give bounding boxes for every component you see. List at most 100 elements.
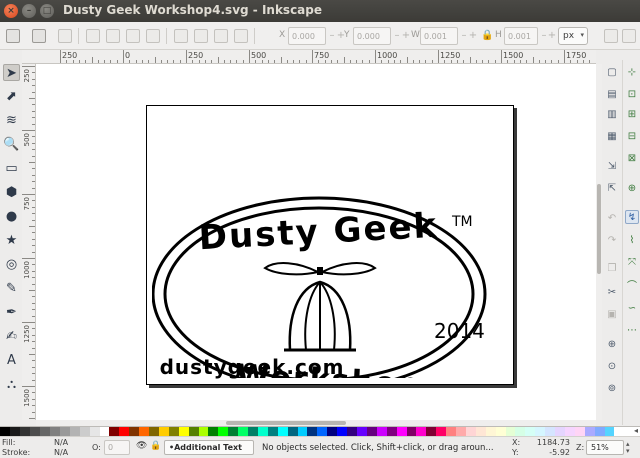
copy-icon[interactable]: ❐ <box>605 262 619 276</box>
snap-intersections-icon[interactable]: ⤧ <box>625 256 639 270</box>
flip-horizontal-icon[interactable] <box>126 29 140 43</box>
snap-bbox-center-icon[interactable]: ⊕ <box>625 182 639 196</box>
import-icon[interactable]: ⇲ <box>605 160 619 174</box>
current-layer-select[interactable]: •Additional Text <box>164 440 254 455</box>
select-all-icon[interactable] <box>6 29 20 43</box>
zoom-spin-icon[interactable]: ▴ ▾ <box>626 441 630 455</box>
ruler-tick <box>29 290 35 291</box>
rotate-ccw-icon[interactable] <box>86 29 100 43</box>
w-label: W <box>411 30 420 40</box>
layer-visibility-lock-icons[interactable]: 👁 🔒 <box>136 441 162 451</box>
ruler-tick <box>488 60 490 63</box>
ruler-tick <box>192 60 194 63</box>
ruler-tick <box>123 50 124 63</box>
rotate-cw-icon[interactable] <box>106 29 120 43</box>
ellipse-tool-icon[interactable]: ● <box>3 208 20 225</box>
spray-tool-icon[interactable]: ⛬ <box>3 376 20 393</box>
save-icon[interactable]: ▥ <box>605 108 619 122</box>
tweak-tool-icon[interactable]: ≋ <box>3 112 20 129</box>
tool-controls-bar: X 0.000 – + Y 0.000 – + W 0.001 – + 🔒 H … <box>0 22 640 50</box>
box-3d-tool-icon[interactable]: ⬢ <box>3 184 20 201</box>
h-label: H <box>495 30 502 40</box>
unit-select[interactable]: px ▾ <box>558 27 588 45</box>
width-field[interactable]: 0.001 <box>420 27 458 45</box>
palette-menu-icon[interactable]: ◂ <box>634 426 638 435</box>
ruler-tick <box>32 200 35 202</box>
toolbar-separator <box>254 28 255 44</box>
snap-toggle-icon[interactable]: ⊹ <box>625 66 639 80</box>
ruler-tick <box>22 258 35 259</box>
snap-paths-icon[interactable]: ⌇ <box>625 234 639 248</box>
ruler-tick <box>32 149 35 151</box>
horizontal-ruler[interactable]: 250 0 250 500 750 1000 1250 1500 1750 <box>22 50 596 64</box>
snap-cusp-nodes-icon[interactable]: ⌒ <box>625 280 639 294</box>
export-icon[interactable]: ⇱ <box>605 182 619 196</box>
ruler-tick <box>507 60 509 63</box>
opacity-field[interactable]: 0 <box>104 440 130 455</box>
y-increment-button[interactable]: + <box>401 27 411 45</box>
width-increment-button[interactable]: + <box>468 27 478 45</box>
undo-icon[interactable]: ↶ <box>605 212 619 226</box>
vertical-scroll-thumb[interactable] <box>597 184 601 274</box>
flip-vertical-icon[interactable] <box>146 29 160 43</box>
selector-tool-icon[interactable]: ➤ <box>3 64 20 81</box>
ruler-tick <box>444 60 446 63</box>
minimize-window-button[interactable]: – <box>22 4 36 18</box>
spiral-tool-icon[interactable]: ◎ <box>3 256 20 273</box>
paste-icon[interactable]: ▣ <box>605 308 619 322</box>
zoom-selection-icon[interactable]: ⊕ <box>605 338 619 352</box>
stroke-label: Stroke: <box>2 448 31 457</box>
y-label: Y <box>344 30 350 40</box>
redo-icon[interactable]: ↷ <box>605 234 619 248</box>
transform-corners-icon[interactable] <box>622 29 636 43</box>
stroke-value[interactable]: N/A <box>54 448 68 457</box>
commands-bar: ▢ ▤ ▥ ▦ ⇲ ⇱ ↶ ↷ ❐ ✂ ▣ ⊕ ⊙ ⊚ <box>602 60 622 425</box>
snap-bbox-icon[interactable]: ⊡ <box>625 88 639 102</box>
y-field[interactable]: 0.000 <box>353 27 391 45</box>
snap-bbox-corner-icon[interactable]: ⊟ <box>625 130 639 144</box>
snap-bbox-midpoint-icon[interactable]: ⊠ <box>625 152 639 166</box>
star-tool-icon[interactable]: ★ <box>3 232 20 249</box>
text-tool-icon[interactable]: A <box>3 352 20 369</box>
zoom-drawing-icon[interactable]: ⊙ <box>605 360 619 374</box>
canvas[interactable]: Dusty Geek TM 2014 Workshop dustygeek.co… <box>36 64 596 420</box>
snap-smooth-nodes-icon[interactable]: ∽ <box>625 302 639 316</box>
height-increment-button[interactable]: + <box>547 27 557 45</box>
open-file-icon[interactable]: ▤ <box>605 88 619 102</box>
raise-to-top-icon[interactable] <box>174 29 188 43</box>
transform-stroke-icon[interactable] <box>604 29 618 43</box>
ruler-label: 750 <box>23 197 31 211</box>
snap-midpoints-icon[interactable]: ⋯ <box>625 324 639 338</box>
raise-icon[interactable] <box>194 29 208 43</box>
zoom-page-icon[interactable]: ⊚ <box>605 382 619 396</box>
lock-icon[interactable]: 🔒 <box>481 30 493 42</box>
ruler-label: 1250 <box>440 51 461 60</box>
logo-artwork[interactable]: Dusty Geek TM 2014 Workshop <box>152 148 512 378</box>
lower-to-bottom-icon[interactable] <box>234 29 248 43</box>
horizontal-scroll-thumb[interactable] <box>226 421 346 425</box>
snap-nodes-icon[interactable]: ↯ <box>625 210 639 224</box>
ruler-tick <box>349 60 351 63</box>
node-tool-icon[interactable]: ⬈ <box>3 88 20 105</box>
vertical-ruler[interactable]: 250 500 750 1000 1250 1500 <box>22 64 36 420</box>
x-field[interactable]: 0.000 <box>288 27 326 45</box>
height-field[interactable]: 0.001 <box>504 27 538 45</box>
fill-value[interactable]: N/A <box>54 438 68 447</box>
close-window-button[interactable]: × <box>4 4 18 18</box>
ruler-tick <box>32 309 35 311</box>
print-icon[interactable]: ▦ <box>605 130 619 144</box>
zoom-field[interactable]: 51% <box>586 440 624 455</box>
maximize-window-button[interactable]: □ <box>40 4 54 18</box>
select-all-in-all-layers-icon[interactable] <box>32 29 46 43</box>
snap-bbox-edge-icon[interactable]: ⊞ <box>625 108 639 122</box>
calligraphy-tool-icon[interactable]: ✍ <box>3 328 20 345</box>
cut-icon[interactable]: ✂ <box>605 286 619 300</box>
rectangle-tool-icon[interactable]: ▭ <box>3 160 20 177</box>
lower-icon[interactable] <box>214 29 228 43</box>
deselect-icon[interactable] <box>58 29 72 43</box>
new-document-icon[interactable]: ▢ <box>605 66 619 80</box>
color-palette[interactable]: ◂ <box>0 426 640 437</box>
pen-tool-icon[interactable]: ✒ <box>3 304 20 321</box>
zoom-tool-icon[interactable]: 🔍 <box>3 136 20 153</box>
pencil-tool-icon[interactable]: ✎ <box>3 280 20 297</box>
